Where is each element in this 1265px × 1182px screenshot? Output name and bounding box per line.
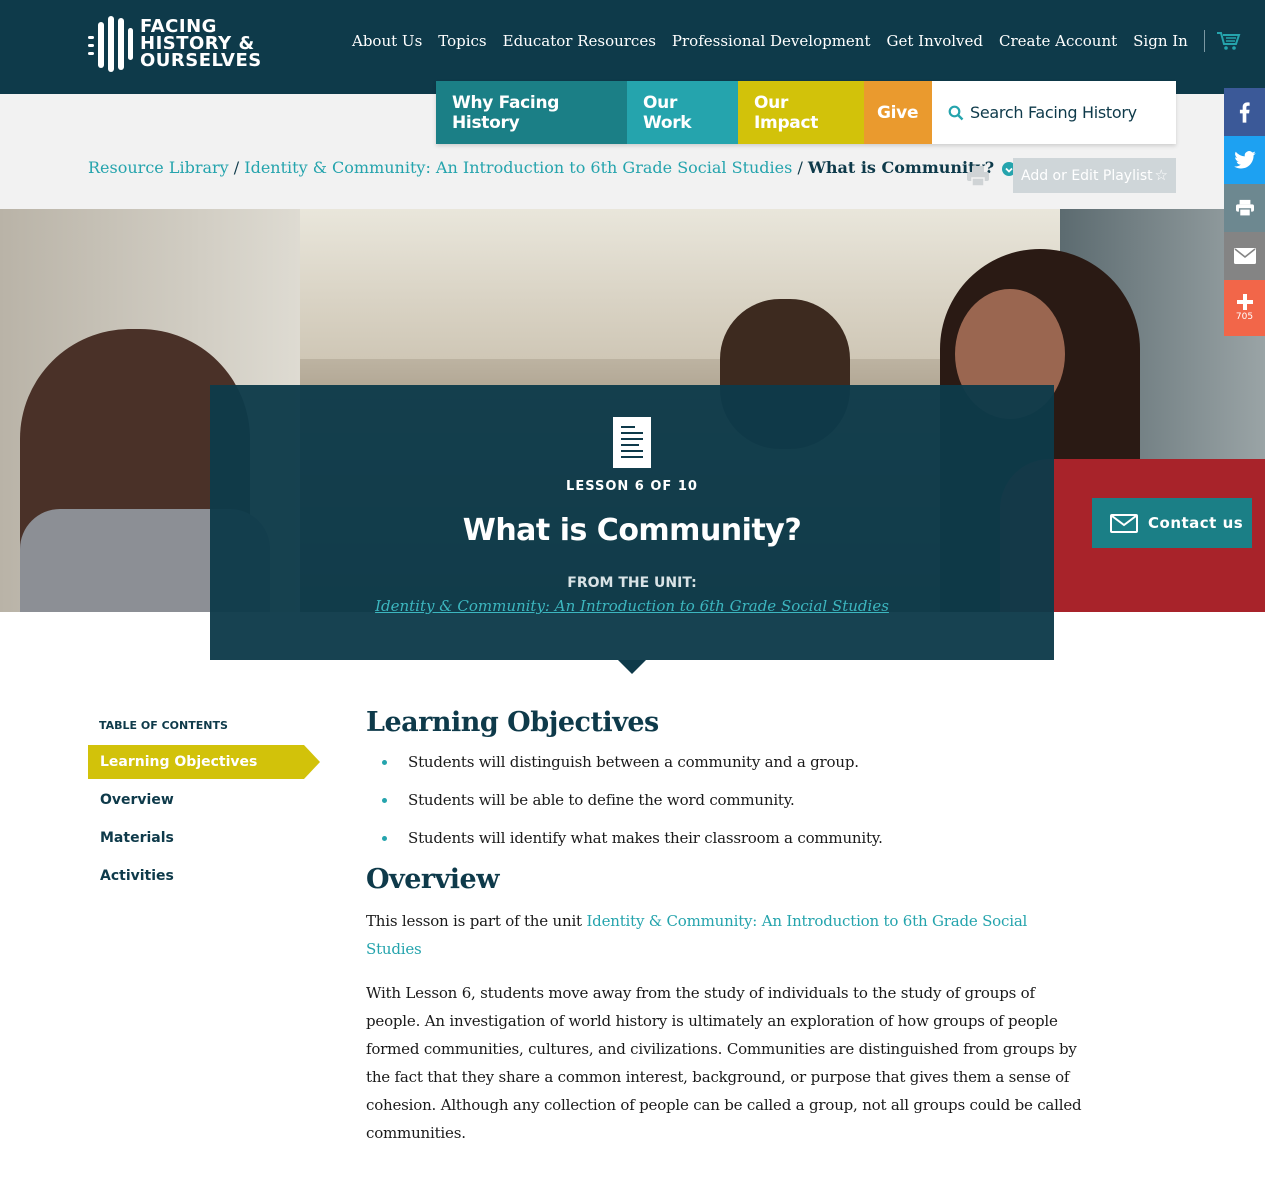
star-icon: ☆ xyxy=(1154,166,1168,184)
breadcrumb-resource-library[interactable]: Resource Library xyxy=(88,158,229,177)
site-logo[interactable]: FACING HISTORY & OURSELVES xyxy=(88,14,262,72)
add-playlist-button[interactable]: Add or Edit Playlist ☆ xyxy=(1013,158,1176,193)
logo-line3: OURSELVES xyxy=(140,49,262,71)
table-of-contents: Learning Objectives Overview Materials A… xyxy=(88,745,320,897)
nav-get-involved[interactable]: Get Involved xyxy=(887,32,984,50)
toc-item-overview[interactable]: Overview xyxy=(88,783,320,817)
top-navigation: About Us Topics Educator Resources Profe… xyxy=(352,30,1241,52)
nav-about-us[interactable]: About Us xyxy=(352,32,422,50)
nav-topics[interactable]: Topics xyxy=(438,32,486,50)
logo-line2: HISTORY & xyxy=(140,32,255,54)
nav-give[interactable]: Give xyxy=(864,81,932,144)
nav-why-facing-history[interactable]: Why Facing History xyxy=(436,81,627,144)
card-pointer xyxy=(618,660,646,674)
site-header: FACING HISTORY & OURSELVES About Us Topi… xyxy=(0,0,1265,94)
printer-icon xyxy=(1235,199,1254,217)
overview-intro-paragraph: This lesson is part of the unit Identity… xyxy=(366,907,1086,963)
envelope-icon xyxy=(1110,513,1138,533)
overview-heading: Overview xyxy=(366,864,499,895)
nav-our-impact[interactable]: Our Impact xyxy=(738,81,864,144)
plus-icon xyxy=(1236,294,1253,310)
search-icon xyxy=(948,105,964,120)
lesson-header-card: LESSON 6 OF 10 What is Community? FROM T… xyxy=(210,385,1054,660)
nav-educator-resources[interactable]: Educator Resources xyxy=(503,32,656,50)
overview-intro-text: This lesson is part of the unit xyxy=(366,912,587,930)
share-count: 705 xyxy=(1235,312,1254,322)
logo-mark-icon xyxy=(88,14,134,72)
toc-heading: TABLE OF CONTENTS xyxy=(99,719,228,732)
document-icon xyxy=(613,417,651,468)
list-item: Students will identify what makes their … xyxy=(382,828,1086,848)
logo-line1: FACING xyxy=(140,15,217,37)
contact-us-label: Contact us xyxy=(1148,514,1244,532)
toc-item-learning-objectives[interactable]: Learning Objectives xyxy=(88,745,320,779)
lesson-title: What is Community? xyxy=(462,513,802,548)
email-icon xyxy=(1233,248,1256,264)
nav-professional-development[interactable]: Professional Development xyxy=(672,32,871,50)
add-playlist-label: Add or Edit Playlist xyxy=(1021,167,1153,184)
from-unit-label: FROM THE UNIT: xyxy=(567,575,697,591)
facebook-icon xyxy=(1239,101,1250,123)
list-item: Students will be able to define the word… xyxy=(382,790,1086,810)
nav-sign-in[interactable]: Sign In xyxy=(1133,32,1188,50)
objectives-list: Students will distinguish between a comm… xyxy=(382,752,1086,848)
print-icon[interactable] xyxy=(966,165,990,187)
learning-objectives-heading: Learning Objectives xyxy=(366,707,659,738)
facebook-share-button[interactable] xyxy=(1224,88,1265,136)
lesson-counter: LESSON 6 OF 10 xyxy=(566,479,698,494)
cart-icon[interactable] xyxy=(1215,30,1241,52)
breadcrumb-unit[interactable]: Identity & Community: An Introduction to… xyxy=(244,158,792,177)
nav-divider xyxy=(1203,30,1205,52)
overview-body-paragraph: With Lesson 6, students move away from t… xyxy=(366,984,1082,1142)
breadcrumb-separator: / xyxy=(233,158,240,177)
nav-create-account[interactable]: Create Account xyxy=(999,32,1117,50)
main-content: Learning Objectives Students will distin… xyxy=(366,707,1086,1147)
email-share-button[interactable] xyxy=(1224,232,1265,280)
secondary-navigation: Why Facing History Our Work Our Impact G… xyxy=(436,81,1176,144)
toc-item-activities[interactable]: Activities xyxy=(88,859,320,893)
nav-our-work[interactable]: Our Work xyxy=(627,81,738,144)
breadcrumb: Resource Library / Identity & Community:… xyxy=(88,158,1017,177)
more-share-button[interactable]: 705 xyxy=(1224,280,1265,336)
twitter-icon xyxy=(1233,151,1256,169)
list-item: Students will distinguish between a comm… xyxy=(382,752,1086,772)
search-input[interactable]: Search Facing History xyxy=(970,103,1137,122)
breadcrumb-separator: / xyxy=(797,158,803,177)
search-box[interactable]: Search Facing History xyxy=(932,81,1176,144)
print-share-button[interactable] xyxy=(1224,184,1265,232)
contact-us-button[interactable]: Contact us xyxy=(1092,498,1252,548)
toc-item-materials[interactable]: Materials xyxy=(88,821,320,855)
unit-link[interactable]: Identity & Community: An Introduction to… xyxy=(210,597,1054,615)
twitter-share-button[interactable] xyxy=(1224,136,1265,184)
